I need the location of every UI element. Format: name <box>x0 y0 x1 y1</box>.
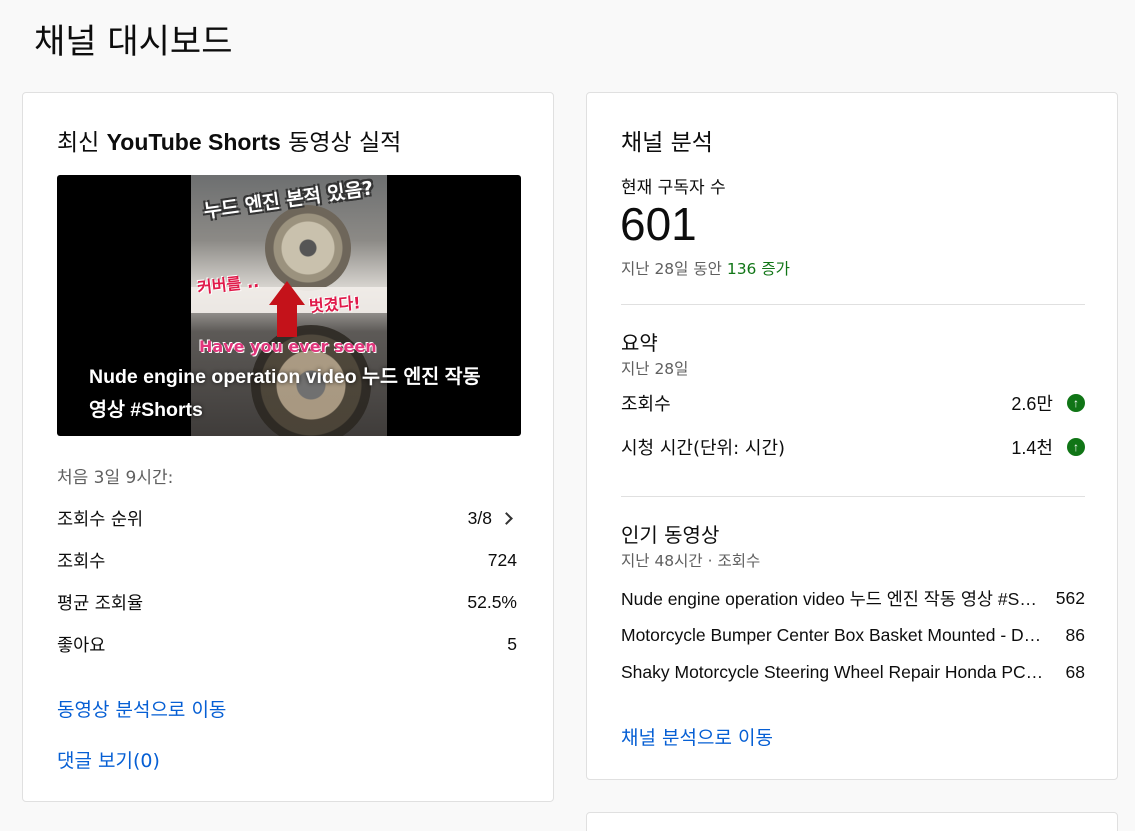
subscribers-change-row: 지난 28일 동안 136 증가 <box>621 257 790 279</box>
shorts-thumbnail[interactable]: 누드 엔진 본적 있음? 커버를 .. 벗겼다! Have you ever s… <box>57 175 521 436</box>
arrow-shaft-graphic <box>277 303 297 337</box>
stat-value: 3/8 <box>467 507 492 528</box>
stat-row-views: 조회수 724 <box>57 545 517 575</box>
summary-row-views: 조회수 2.6만 ↑ <box>621 389 1085 417</box>
subscribers-count: 601 <box>620 198 697 250</box>
summary-label: 조회수 <box>621 394 671 415</box>
top-video-views: 68 <box>1065 661 1085 682</box>
top-video-item[interactable]: Nude engine operation video 누드 엔진 작동 영상 … <box>621 585 1085 611</box>
thumbnail-caption[interactable]: Nude engine operation video 누드 엔진 작동 영상 … <box>89 361 499 427</box>
channel-analytics-title: 채널 분석 <box>621 130 713 156</box>
period-label: 처음 3일 9시간: <box>57 468 174 488</box>
top-video-views: 562 <box>1055 587 1085 608</box>
stat-value: 724 <box>487 549 517 570</box>
stat-value: 52.5% <box>467 591 517 612</box>
chevron-right-icon[interactable] <box>500 511 513 525</box>
stat-label: 조회수 순위 <box>57 509 144 530</box>
stat-label: 좋아요 <box>57 635 106 656</box>
summary-label: 시청 시간(단위: 시간) <box>621 438 786 459</box>
channel-analytics-link[interactable]: 채널 분석으로 이동 <box>621 723 773 750</box>
stat-label: 평균 조회율 <box>57 593 144 614</box>
subscribers-change: 136 증가 <box>726 260 790 278</box>
channel-analytics-card: 채널 분석 현재 구독자 수 601 지난 28일 동안 136 증가 요약 지… <box>586 92 1118 780</box>
page-title: 채널 대시보드 <box>34 22 233 62</box>
divider <box>621 496 1085 497</box>
view-comments-link[interactable]: 댓글 보기(0) <box>57 746 160 773</box>
next-card <box>586 812 1118 831</box>
thumbnail-text-right: 벗겼다! <box>308 293 362 316</box>
summary-title: 요약 <box>621 331 658 355</box>
top-videos-period: 지난 48시간 · 조회수 <box>621 552 761 570</box>
subscribers-period: 지난 28일 동안 <box>621 260 722 278</box>
stat-value: 5 <box>507 633 517 654</box>
title-brand: YouTube Shorts <box>106 129 281 155</box>
divider <box>621 304 1085 305</box>
latest-shorts-title: 최신 YouTube Shorts 동영상 실적 <box>57 123 401 157</box>
summary-period: 지난 28일 <box>621 360 689 378</box>
subscribers-label: 현재 구독자 수 <box>621 178 726 198</box>
stat-row-rank[interactable]: 조회수 순위 3/8 <box>57 503 517 533</box>
summary-row-watch-time: 시청 시간(단위: 시간) 1.4천 ↑ <box>621 433 1085 461</box>
video-analytics-link[interactable]: 동영상 분석으로 이동 <box>57 695 226 722</box>
top-video-title[interactable]: Nude engine operation video 누드 엔진 작동 영상 … <box>621 586 1045 611</box>
top-video-title[interactable]: Shaky Motorcycle Steering Wheel Repair H… <box>621 662 1045 683</box>
stat-row-likes: 좋아요 5 <box>57 629 517 659</box>
stat-label: 조회수 <box>57 551 106 572</box>
arrow-up-icon: ↑ <box>1067 438 1085 456</box>
title-suffix: 동영상 실적 <box>288 130 402 156</box>
top-video-views: 86 <box>1065 624 1085 645</box>
arrow-up-graphic <box>269 281 305 305</box>
latest-shorts-card: 최신 YouTube Shorts 동영상 실적 누드 엔진 본적 있음? 커버… <box>22 92 554 802</box>
top-videos-title: 인기 동영상 <box>621 523 720 547</box>
summary-value: 2.6만 <box>1011 394 1053 414</box>
summary-value: 1.4천 <box>1011 438 1053 458</box>
top-video-title[interactable]: Motorcycle Bumper Center Box Basket Moun… <box>621 625 1045 646</box>
arrow-up-icon: ↑ <box>1067 394 1085 412</box>
top-video-item[interactable]: Motorcycle Bumper Center Box Basket Moun… <box>621 622 1085 648</box>
top-video-item[interactable]: Shaky Motorcycle Steering Wheel Repair H… <box>621 659 1085 685</box>
thumbnail-text-bottom: Have you ever seen <box>199 337 377 356</box>
engine-gear-top <box>265 205 351 291</box>
stat-row-avg-view-rate: 평균 조회율 52.5% <box>57 587 517 617</box>
title-prefix: 최신 <box>57 130 100 156</box>
